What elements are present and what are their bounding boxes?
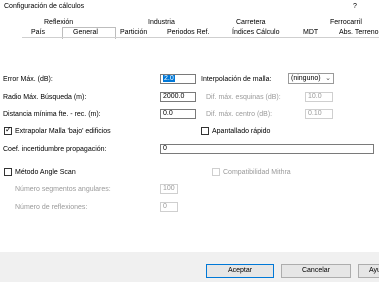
tab-indices-calculo[interactable]: Índices Cálculo — [232, 29, 279, 36]
tab-mdt[interactable]: MDT — [303, 29, 318, 36]
apantallado-checkbox[interactable] — [201, 127, 209, 135]
segmentos-input[interactable]: 100 — [160, 184, 178, 194]
chevron-down-icon: ⌄ — [325, 75, 331, 82]
interpolation-label: Interpolación de malla: — [201, 76, 272, 83]
interpolation-value: (ninguno) — [291, 75, 321, 82]
tab-general[interactable]: General — [73, 29, 98, 36]
tab-row-bottom: País General Partición Periodos Ref. Índ… — [0, 27, 379, 38]
dialog-footer: Aceptar Cancelar Ayuda — [0, 252, 379, 282]
coef-label: Coef. incertidumbre propagación: — [3, 146, 107, 153]
distancia-input[interactable]: 0.0 — [160, 109, 196, 119]
dif-esquinas-label: Dif. máx. esquinas (dB): — [206, 94, 281, 101]
cancel-button[interactable]: Cancelar — [281, 264, 351, 278]
tab-abs-terreno[interactable]: Abs. Terreno — [339, 29, 379, 36]
dif-centro-label: Dif. máx. centro (dB): — [206, 111, 273, 118]
apantallado-label: Apantallado rápido — [212, 128, 271, 135]
dif-esquinas-input[interactable]: 10.0 — [305, 92, 333, 102]
settings-dialog: Configuración de cálculos ? Reflexión In… — [0, 0, 379, 282]
tab-carretera[interactable]: Carretera — [236, 19, 266, 26]
angle-scan-label: Método Angle Scan — [15, 169, 76, 176]
error-max-value: 2.0 — [163, 75, 175, 82]
accept-button[interactable]: Aceptar — [206, 264, 274, 278]
reflexiones-label: Número de reflexiones: — [15, 204, 88, 211]
tab-ferrocarril[interactable]: Ferrocarril — [330, 19, 362, 26]
help-button[interactable]: Ayuda — [358, 264, 379, 278]
distancia-label: Distancia mínima fte. - rec. (m): — [3, 111, 101, 118]
reflexiones-input[interactable]: 0 — [160, 202, 178, 212]
radio-label: Radio Máx. Búsqueda (m): — [3, 94, 87, 101]
interpolation-select[interactable]: (ninguno) ⌄ — [288, 73, 334, 84]
segmentos-label: Número segmentos angulares: — [15, 186, 111, 193]
coef-input[interactable]: 0 — [160, 144, 374, 154]
title-bar: Configuración de cálculos ? — [0, 0, 379, 17]
radio-input[interactable]: 2000.0 — [160, 92, 196, 102]
mithra-label: Compatibilidad Mithra — [223, 169, 291, 176]
help-icon[interactable]: ? — [353, 3, 357, 10]
angle-scan-checkbox[interactable] — [4, 168, 12, 176]
dif-centro-input[interactable]: 0.10 — [305, 109, 333, 119]
tab-industria[interactable]: Industria — [148, 19, 175, 26]
tab-row-top: Reflexión Industria Carretera Ferrocarri… — [0, 17, 379, 27]
extrapolar-label: Extrapolar Malla 'bajo' edificios — [15, 128, 111, 135]
extrapolar-checkbox[interactable] — [4, 125, 12, 135]
tab-pais[interactable]: País — [31, 29, 45, 36]
tab-periodos-ref[interactable]: Periodos Ref. — [167, 29, 209, 36]
dialog-title: Configuración de cálculos — [4, 3, 85, 10]
mithra-checkbox[interactable] — [212, 168, 220, 176]
tab-particion[interactable]: Partición — [120, 29, 147, 36]
error-max-label: Error Máx. (dB): — [3, 76, 53, 83]
error-max-input[interactable]: 2.0 — [160, 74, 196, 84]
tab-reflexion[interactable]: Reflexión — [44, 19, 73, 26]
